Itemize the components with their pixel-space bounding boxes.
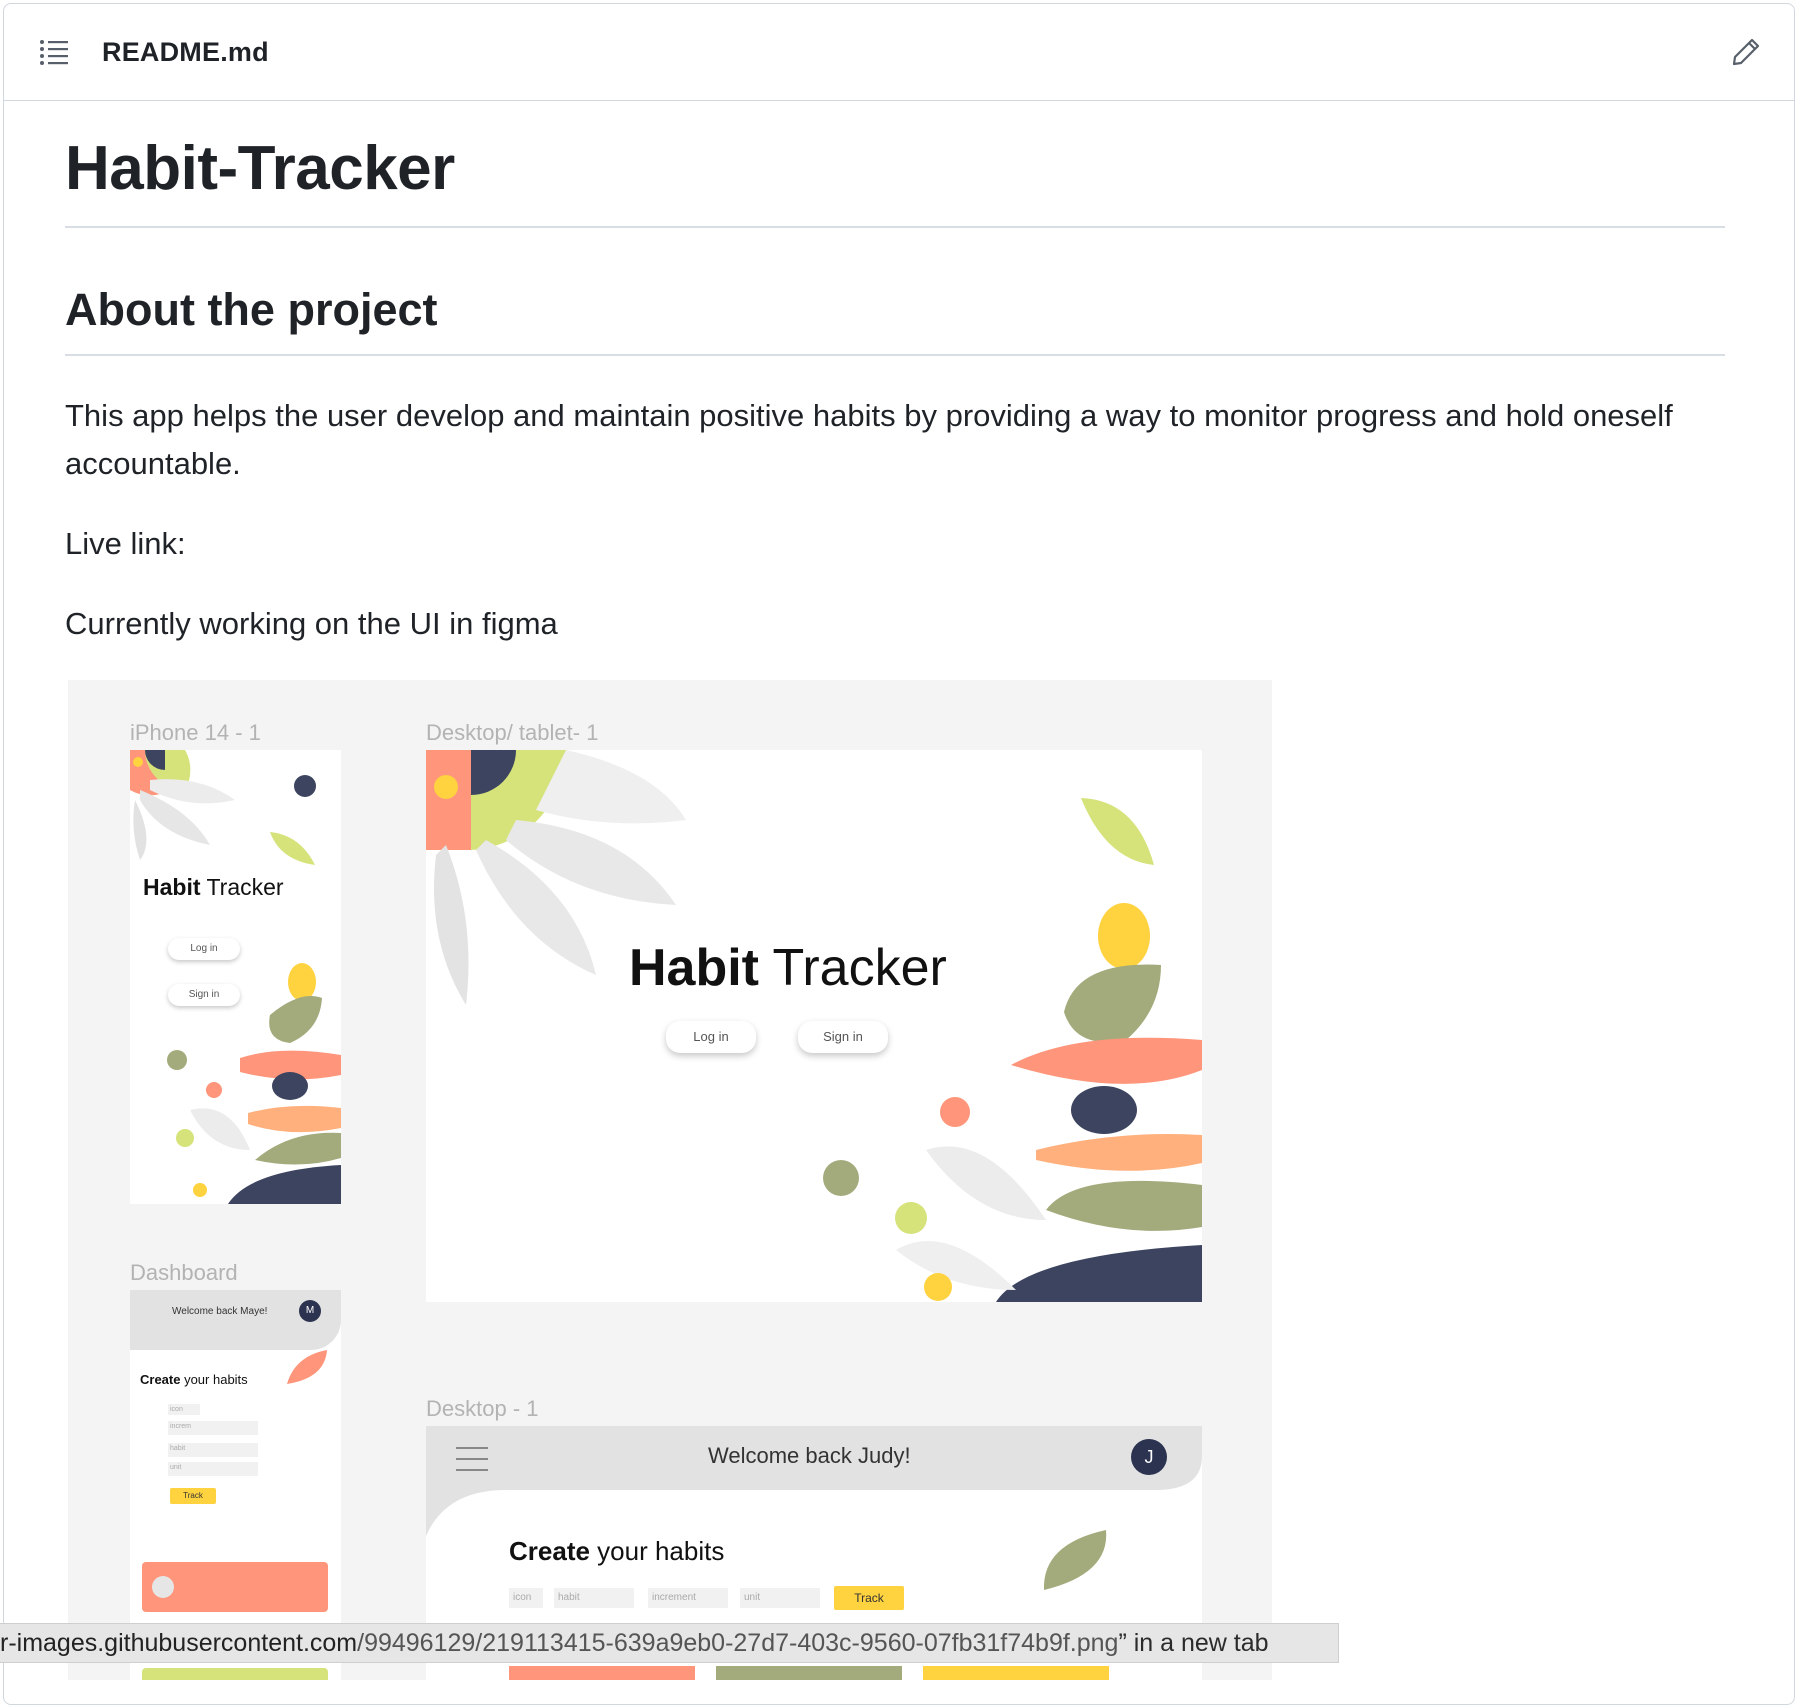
file-name: README.md [102, 36, 269, 67]
tablet-title: Habit Tracker [629, 939, 947, 997]
markdown-body: Habit-Tracker About the project This app… [65, 97, 1725, 648]
desktop-habit-card-1 [509, 1666, 695, 1680]
link-status-tooltip: r-images.githubusercontent.com/99496129/… [0, 1623, 1339, 1663]
dashboard-field-habit: habit [168, 1443, 258, 1457]
dashboard-habit-icon [152, 1576, 174, 1598]
figma-screenshot-image[interactable]: iPhone 14 - 1 Habit Tracker Log in Sign … [68, 680, 1272, 1680]
dashboard-frame-label: Dashboard [130, 1260, 238, 1285]
status-url-path: /99496129/219113415-639a9eb0-27d7-403c-9… [357, 1629, 1119, 1657]
desktop-field-unit: unit [740, 1588, 820, 1608]
list-icon [40, 40, 68, 65]
dashboard-welcome: Welcome back Maye! [172, 1306, 268, 1317]
dashboard-leaf [287, 1350, 327, 1384]
figma-note-text: Currently working on the UI in figma [65, 606, 558, 642]
desktop-field-icon: icon [509, 1588, 543, 1608]
desktop-avatar: J [1131, 1439, 1167, 1475]
dashboard-field-unit: unit [168, 1462, 258, 1476]
dashboard-create-title: Create your habits [140, 1372, 248, 1387]
tablet-frame-label: Desktop/ tablet- 1 [426, 720, 599, 745]
dashboard-field-increment: increm [168, 1421, 258, 1435]
readme-title: Habit-Tracker [65, 133, 1725, 229]
tablet-login-button: Log in [666, 1021, 756, 1053]
tablet-signin-button: Sign in [798, 1021, 888, 1053]
edit-file-button[interactable] [1728, 34, 1764, 70]
desktop-frame-label: Desktop - 1 [426, 1396, 539, 1421]
dashboard-frame: Welcome back Maye! M Create your habits … [130, 1290, 341, 1680]
dashboard-field-icon: icon [168, 1404, 200, 1415]
hamburger-menu-icon [456, 1447, 488, 1471]
desktop-create-title: Create your habits [509, 1536, 725, 1566]
desktop-welcome: Welcome back Judy! [708, 1443, 911, 1468]
pencil-icon [1732, 38, 1760, 66]
iphone-frame: Habit Tracker Log in Sign in [130, 750, 341, 1204]
desktop-track-button: Track [834, 1586, 904, 1610]
desktop-habit-card-2 [716, 1666, 902, 1680]
section-heading: About the project [65, 284, 1725, 357]
iphone-title: Habit Tracker [143, 874, 284, 900]
dashboard-track-button: Track [170, 1488, 216, 1504]
dashboard-habit-card [142, 1562, 328, 1612]
desktop-field-habit: habit [554, 1588, 634, 1608]
tablet-frame: Habit Tracker Log in Sign in [426, 750, 1202, 1302]
readme-header: README.md [4, 4, 1794, 101]
dashboard-avatar: M [299, 1300, 321, 1322]
desktop-leaf [1043, 1530, 1107, 1590]
live-link-text: Live link: [65, 526, 186, 562]
desktop-field-increment: increment [648, 1588, 728, 1608]
outline-button[interactable] [36, 34, 72, 70]
status-url-host: r-images.githubusercontent.com [0, 1629, 358, 1657]
description-text: This app helps the user develop and main… [65, 398, 1673, 482]
desktop-habit-card-3 [923, 1666, 1109, 1680]
iphone-signin-button: Sign in [168, 984, 240, 1006]
iphone-frame-label: iPhone 14 - 1 [130, 720, 261, 745]
iphone-decoration [130, 750, 341, 1204]
iphone-login-button: Log in [168, 938, 240, 960]
status-suffix: ” in a new tab [1118, 1629, 1269, 1657]
